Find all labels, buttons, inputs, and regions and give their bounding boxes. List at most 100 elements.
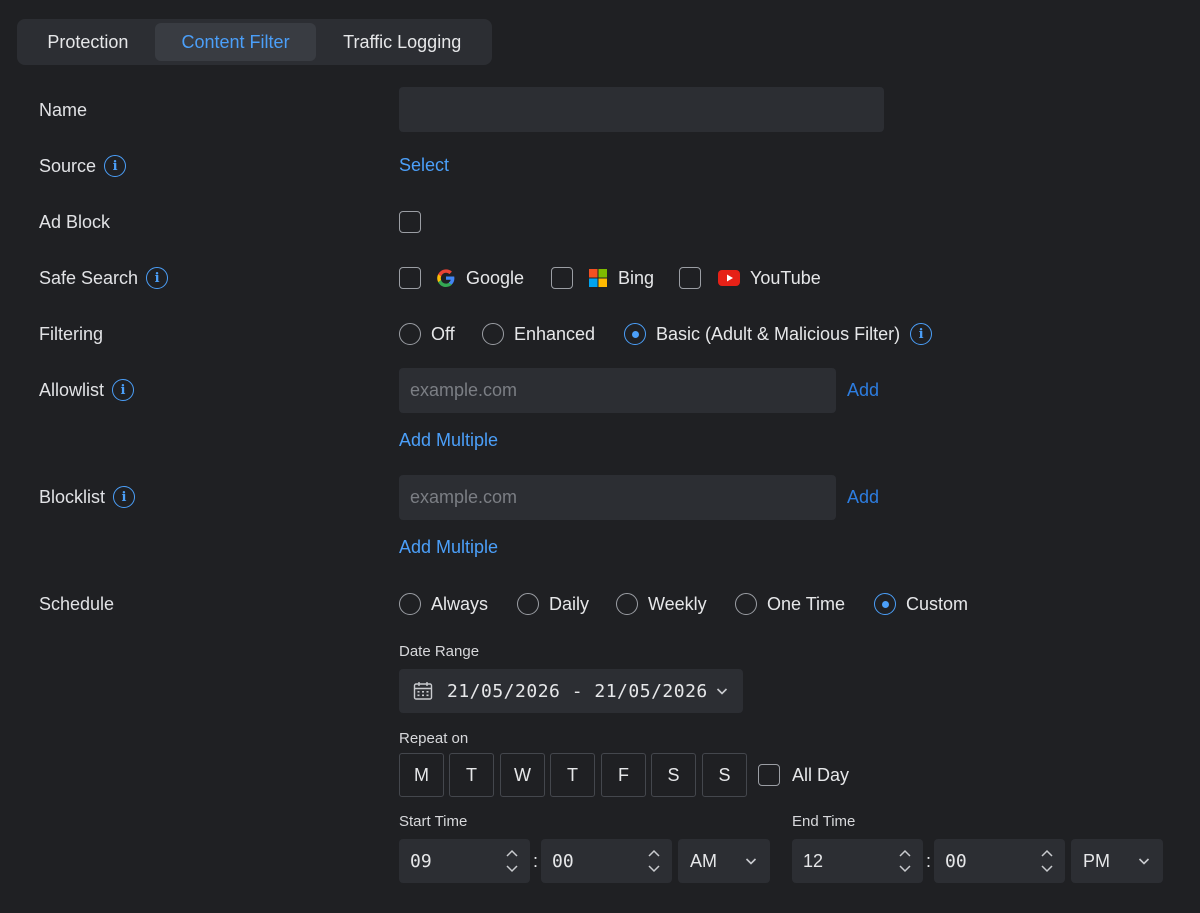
all-day-checkbox[interactable] [758, 764, 780, 786]
schedule-one-time-option[interactable]: One Time [735, 592, 845, 616]
name-label-text: Name [39, 99, 88, 120]
end-minute-value: 00 [945, 850, 967, 872]
start-minute-value: 00 [552, 850, 574, 872]
chevron-up-icon[interactable] [898, 849, 912, 858]
filtering-off-option[interactable]: Off [399, 322, 455, 346]
day-monday-button[interactable]: M [399, 753, 444, 797]
info-icon[interactable]: i [113, 486, 136, 508]
blocklist-label: Blocklist i [39, 485, 136, 509]
end-hour-value: 12 [803, 850, 824, 871]
info-icon[interactable]: i [112, 379, 135, 401]
filtering-enhanced-radio[interactable] [482, 323, 504, 345]
schedule-weekly-option[interactable]: Weekly [616, 592, 707, 616]
safe-search-bing: Bing [588, 266, 654, 290]
stepper-arrows[interactable] [505, 849, 519, 873]
blocklist-add-multiple-link[interactable]: Add Multiple [399, 537, 498, 558]
youtube-icon [718, 270, 740, 286]
tab-bar: Protection Content Filter Traffic Loggin… [17, 19, 492, 65]
safe-search-google-checkbox[interactable] [399, 267, 421, 289]
end-hour-stepper[interactable]: 12 [792, 839, 923, 883]
safe-search-label: Safe Search i [39, 266, 169, 290]
allowlist-label-text: Allowlist [39, 379, 105, 400]
date-range-picker[interactable]: 21/05/2026 - 21/05/2026 [399, 669, 743, 713]
chevron-down-icon[interactable] [647, 864, 661, 873]
day-wednesday-button[interactable]: W [500, 753, 545, 797]
end-period-select[interactable]: PM [1071, 839, 1163, 883]
schedule-always-radio[interactable] [399, 593, 421, 615]
ad-block-label: Ad Block [39, 210, 110, 234]
schedule-always-option[interactable]: Always [399, 592, 488, 616]
name-input[interactable] [399, 87, 884, 132]
end-minute-stepper[interactable]: 00 [934, 839, 1065, 883]
youtube-label: YouTube [750, 267, 821, 288]
filtering-off-radio[interactable] [399, 323, 421, 345]
day-thursday-button[interactable]: T [550, 753, 595, 797]
date-range-value: 21/05/2026 - 21/05/2026 [447, 680, 708, 702]
allowlist-add-button[interactable]: Add [847, 380, 879, 401]
safe-search-label-text: Safe Search [39, 267, 139, 288]
tab-protection[interactable]: Protection [21, 23, 155, 61]
safe-search-youtube-checkbox[interactable] [679, 267, 701, 289]
chevron-down-icon[interactable] [505, 864, 519, 873]
filtering-off-label: Off [431, 323, 455, 344]
filtering-enhanced-option[interactable]: Enhanced [482, 322, 595, 346]
allowlist-label: Allowlist i [39, 378, 135, 402]
start-hour-value: 09 [410, 850, 432, 872]
chevron-up-icon[interactable] [1040, 849, 1054, 858]
stepper-arrows[interactable] [647, 849, 661, 873]
start-period-value: AM [690, 850, 717, 871]
schedule-daily-radio[interactable] [517, 593, 539, 615]
schedule-one-time-radio[interactable] [735, 593, 757, 615]
schedule-daily-option[interactable]: Daily [517, 592, 589, 616]
info-icon[interactable]: i [146, 267, 169, 289]
calendar-icon [413, 682, 433, 700]
filtering-basic-radio[interactable] [624, 323, 646, 345]
bing-label: Bing [618, 267, 655, 288]
source-select-link[interactable]: Select [399, 155, 449, 176]
tab-content-filter[interactable]: Content Filter [154, 23, 317, 61]
blocklist-add-button[interactable]: Add [847, 487, 879, 508]
allowlist-input[interactable] [399, 368, 836, 413]
allowlist-add-multiple-link[interactable]: Add Multiple [399, 430, 498, 451]
chevron-down-icon [1138, 858, 1150, 865]
tab-traffic-logging[interactable]: Traffic Logging [316, 23, 488, 61]
blocklist-label-text: Blocklist [39, 486, 106, 507]
safe-search-youtube: YouTube [718, 266, 821, 290]
all-day-label: All Day [792, 764, 850, 785]
ad-block-checkbox[interactable] [399, 211, 421, 233]
day-tuesday-button[interactable]: T [449, 753, 494, 797]
day-saturday-button[interactable]: S [651, 753, 696, 797]
chevron-up-icon[interactable] [647, 849, 661, 858]
chevron-up-icon[interactable] [505, 849, 519, 858]
chevron-down-icon[interactable] [1040, 864, 1054, 873]
info-icon[interactable]: i [104, 155, 127, 177]
chevron-down-icon[interactable] [898, 864, 912, 873]
time-separator: : [533, 851, 539, 871]
start-minute-stepper[interactable]: 00 [541, 839, 672, 883]
schedule-custom-radio[interactable] [874, 593, 896, 615]
filtering-label: Filtering [39, 322, 103, 346]
chevron-down-icon [716, 688, 728, 695]
all-day-option: All Day [792, 763, 849, 787]
schedule-weekly-radio[interactable] [616, 593, 638, 615]
start-period-select[interactable]: AM [678, 839, 770, 883]
blocklist-input[interactable] [399, 475, 836, 520]
info-icon[interactable]: i [910, 323, 933, 345]
filtering-basic-option[interactable]: Basic (Adult & Malicious Filter) i [624, 322, 933, 346]
safe-search-google: Google [436, 266, 524, 290]
start-time-label: Start Time [399, 813, 468, 830]
day-friday-button[interactable]: F [601, 753, 646, 797]
schedule-custom-option[interactable]: Custom [874, 592, 968, 616]
schedule-daily-label: Daily [549, 593, 590, 614]
schedule-custom-label: Custom [906, 593, 969, 614]
schedule-label-text: Schedule [39, 593, 115, 614]
end-time-label: End Time [792, 813, 856, 830]
google-label: Google [466, 267, 525, 288]
safe-search-bing-checkbox[interactable] [551, 267, 573, 289]
stepper-arrows[interactable] [898, 849, 912, 873]
day-sunday-button[interactable]: S [702, 753, 747, 797]
stepper-arrows[interactable] [1040, 849, 1054, 873]
start-hour-stepper[interactable]: 09 [399, 839, 530, 883]
date-range-label: Date Range [399, 643, 480, 660]
name-label: Name [39, 98, 87, 122]
